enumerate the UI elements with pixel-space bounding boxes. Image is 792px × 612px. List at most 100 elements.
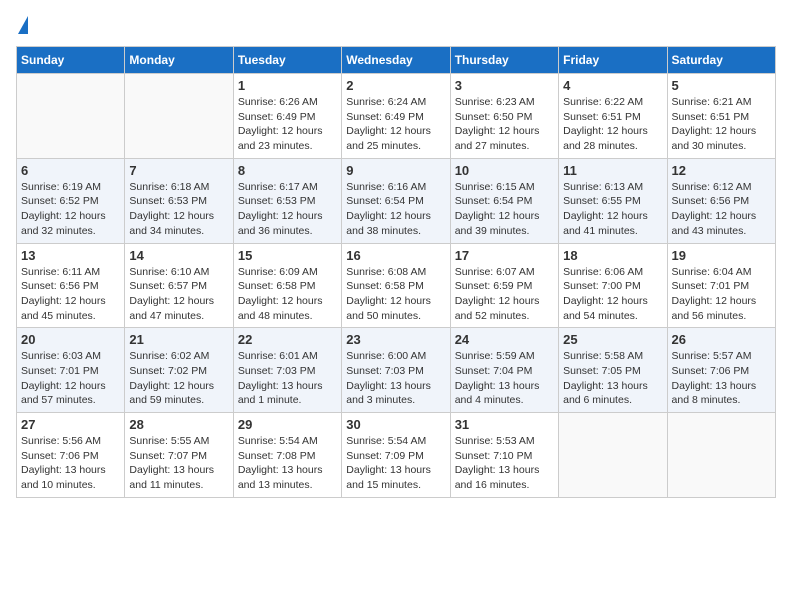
day-info: Sunrise: 6:23 AM Sunset: 6:50 PM Dayligh…	[455, 95, 554, 154]
day-info: Sunrise: 6:24 AM Sunset: 6:49 PM Dayligh…	[346, 95, 445, 154]
day-number: 30	[346, 417, 445, 432]
weekday-header: Sunday	[17, 47, 125, 74]
day-number: 27	[21, 417, 120, 432]
weekday-header: Thursday	[450, 47, 558, 74]
day-info: Sunrise: 6:03 AM Sunset: 7:01 PM Dayligh…	[21, 349, 120, 408]
calendar-day-cell: 19Sunrise: 6:04 AM Sunset: 7:01 PM Dayli…	[667, 243, 775, 328]
day-info: Sunrise: 6:01 AM Sunset: 7:03 PM Dayligh…	[238, 349, 337, 408]
calendar-day-cell: 22 Sunrise: 6:01 AM Sunset: 7:03 PM Dayli…	[233, 328, 341, 413]
calendar-day-cell: 30 Sunrise: 5:54 AM Sunset: 7:09 PM Dayli…	[342, 413, 450, 498]
calendar-day-cell	[17, 74, 125, 159]
calendar-day-cell: 9 Sunrise: 6:16 AM Sunset: 6:54 PM Daylig…	[342, 158, 450, 243]
day-info: Sunrise: 6:21 AM Sunset: 6:51 PM Dayligh…	[672, 95, 771, 154]
day-number: 18	[563, 248, 662, 263]
calendar-day-cell: 18 Sunrise: 6:06 AM Sunset: 7:00 PM Dayli…	[559, 243, 667, 328]
day-number: 22	[238, 332, 337, 347]
day-info: Sunrise: 6:09 AM Sunset: 6:58 PM Dayligh…	[238, 265, 337, 324]
page-header	[16, 16, 776, 36]
calendar-day-cell: 3 Sunrise: 6:23 AM Sunset: 6:50 PM Daylig…	[450, 74, 558, 159]
calendar-day-cell: 14 Sunrise: 6:10 AM Sunset: 6:57 PM Dayli…	[125, 243, 233, 328]
calendar-day-cell: 12 Sunrise: 6:12 AM Sunset: 6:56 PM Dayli…	[667, 158, 775, 243]
day-number: 20	[21, 332, 120, 347]
day-info: Sunrise: 6:10 AM Sunset: 6:57 PM Dayligh…	[129, 265, 228, 324]
day-number: 10	[455, 163, 554, 178]
calendar-day-cell: 2Sunrise: 6:24 AM Sunset: 6:49 PM Daylig…	[342, 74, 450, 159]
calendar-day-cell	[125, 74, 233, 159]
calendar-day-cell: 1 Sunrise: 6:26 AM Sunset: 6:49 PM Daylig…	[233, 74, 341, 159]
calendar-day-cell: 29 Sunrise: 5:54 AM Sunset: 7:08 PM Dayli…	[233, 413, 341, 498]
day-info: Sunrise: 6:16 AM Sunset: 6:54 PM Dayligh…	[346, 180, 445, 239]
calendar-day-cell: 4Sunrise: 6:22 AM Sunset: 6:51 PM Daylig…	[559, 74, 667, 159]
calendar-day-cell: 26 Sunrise: 5:57 AM Sunset: 7:06 PM Dayli…	[667, 328, 775, 413]
day-number: 12	[672, 163, 771, 178]
day-info: Sunrise: 5:56 AM Sunset: 7:06 PM Dayligh…	[21, 434, 120, 493]
day-info: Sunrise: 6:17 AM Sunset: 6:53 PM Dayligh…	[238, 180, 337, 239]
day-info: Sunrise: 6:18 AM Sunset: 6:53 PM Dayligh…	[129, 180, 228, 239]
day-number: 3	[455, 78, 554, 93]
weekday-header: Monday	[125, 47, 233, 74]
calendar-day-cell: 31 Sunrise: 5:53 AM Sunset: 7:10 PM Dayli…	[450, 413, 558, 498]
day-info: Sunrise: 5:58 AM Sunset: 7:05 PM Dayligh…	[563, 349, 662, 408]
calendar-week-row: 6Sunrise: 6:19 AM Sunset: 6:52 PM Daylig…	[17, 158, 776, 243]
day-number: 13	[21, 248, 120, 263]
calendar-day-cell: 16 Sunrise: 6:08 AM Sunset: 6:58 PM Dayli…	[342, 243, 450, 328]
day-info: Sunrise: 6:19 AM Sunset: 6:52 PM Dayligh…	[21, 180, 120, 239]
day-number: 1	[238, 78, 337, 93]
weekday-header: Tuesday	[233, 47, 341, 74]
calendar-day-cell: 20 Sunrise: 6:03 AM Sunset: 7:01 PM Dayli…	[17, 328, 125, 413]
calendar-day-cell: 27 Sunrise: 5:56 AM Sunset: 7:06 PM Dayli…	[17, 413, 125, 498]
day-number: 17	[455, 248, 554, 263]
calendar-week-row: 20 Sunrise: 6:03 AM Sunset: 7:01 PM Dayli…	[17, 328, 776, 413]
day-number: 8	[238, 163, 337, 178]
day-info: Sunrise: 5:54 AM Sunset: 7:08 PM Dayligh…	[238, 434, 337, 493]
weekday-header: Wednesday	[342, 47, 450, 74]
calendar-table: SundayMondayTuesdayWednesdayThursdayFrid…	[16, 46, 776, 498]
calendar-body: 1 Sunrise: 6:26 AM Sunset: 6:49 PM Daylig…	[17, 74, 776, 498]
logo	[16, 16, 28, 36]
weekday-header: Friday	[559, 47, 667, 74]
calendar-day-cell: 24Sunrise: 5:59 AM Sunset: 7:04 PM Dayli…	[450, 328, 558, 413]
day-info: Sunrise: 5:54 AM Sunset: 7:09 PM Dayligh…	[346, 434, 445, 493]
day-number: 9	[346, 163, 445, 178]
calendar-day-cell: 8 Sunrise: 6:17 AM Sunset: 6:53 PM Daylig…	[233, 158, 341, 243]
calendar-header-row: SundayMondayTuesdayWednesdayThursdayFrid…	[17, 47, 776, 74]
calendar-day-cell: 21Sunrise: 6:02 AM Sunset: 7:02 PM Dayli…	[125, 328, 233, 413]
day-number: 24	[455, 332, 554, 347]
day-info: Sunrise: 6:07 AM Sunset: 6:59 PM Dayligh…	[455, 265, 554, 324]
day-number: 26	[672, 332, 771, 347]
calendar-day-cell: 23 Sunrise: 6:00 AM Sunset: 7:03 PM Dayli…	[342, 328, 450, 413]
day-info: Sunrise: 5:57 AM Sunset: 7:06 PM Dayligh…	[672, 349, 771, 408]
day-info: Sunrise: 5:55 AM Sunset: 7:07 PM Dayligh…	[129, 434, 228, 493]
day-info: Sunrise: 6:04 AM Sunset: 7:01 PM Dayligh…	[672, 265, 771, 324]
calendar-week-row: 1 Sunrise: 6:26 AM Sunset: 6:49 PM Daylig…	[17, 74, 776, 159]
calendar-day-cell: 11Sunrise: 6:13 AM Sunset: 6:55 PM Dayli…	[559, 158, 667, 243]
calendar-day-cell: 28 Sunrise: 5:55 AM Sunset: 7:07 PM Dayli…	[125, 413, 233, 498]
calendar-day-cell: 25 Sunrise: 5:58 AM Sunset: 7:05 PM Dayli…	[559, 328, 667, 413]
day-number: 11	[563, 163, 662, 178]
day-info: Sunrise: 6:11 AM Sunset: 6:56 PM Dayligh…	[21, 265, 120, 324]
day-number: 25	[563, 332, 662, 347]
day-info: Sunrise: 6:12 AM Sunset: 6:56 PM Dayligh…	[672, 180, 771, 239]
day-number: 5	[672, 78, 771, 93]
calendar-week-row: 13 Sunrise: 6:11 AM Sunset: 6:56 PM Dayli…	[17, 243, 776, 328]
calendar-day-cell: 15 Sunrise: 6:09 AM Sunset: 6:58 PM Dayli…	[233, 243, 341, 328]
calendar-day-cell: 7 Sunrise: 6:18 AM Sunset: 6:53 PM Daylig…	[125, 158, 233, 243]
day-info: Sunrise: 6:22 AM Sunset: 6:51 PM Dayligh…	[563, 95, 662, 154]
day-info: Sunrise: 6:00 AM Sunset: 7:03 PM Dayligh…	[346, 349, 445, 408]
logo-icon	[18, 16, 28, 34]
day-number: 29	[238, 417, 337, 432]
day-info: Sunrise: 6:26 AM Sunset: 6:49 PM Dayligh…	[238, 95, 337, 154]
day-number: 28	[129, 417, 228, 432]
day-number: 23	[346, 332, 445, 347]
calendar-day-cell: 5 Sunrise: 6:21 AM Sunset: 6:51 PM Daylig…	[667, 74, 775, 159]
day-number: 31	[455, 417, 554, 432]
day-number: 14	[129, 248, 228, 263]
day-number: 15	[238, 248, 337, 263]
day-info: Sunrise: 6:08 AM Sunset: 6:58 PM Dayligh…	[346, 265, 445, 324]
calendar-day-cell	[667, 413, 775, 498]
calendar-day-cell	[559, 413, 667, 498]
day-info: Sunrise: 5:53 AM Sunset: 7:10 PM Dayligh…	[455, 434, 554, 493]
day-number: 7	[129, 163, 228, 178]
day-info: Sunrise: 6:06 AM Sunset: 7:00 PM Dayligh…	[563, 265, 662, 324]
day-number: 16	[346, 248, 445, 263]
